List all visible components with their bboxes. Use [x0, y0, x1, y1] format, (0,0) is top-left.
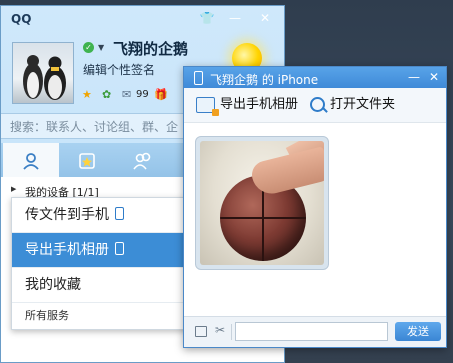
groups-tab-icon[interactable] [115, 143, 171, 177]
mail-icon[interactable]: ✉ [122, 88, 131, 101]
avatar[interactable] [12, 42, 74, 104]
phone-icon [194, 71, 203, 85]
contacts-tab-icon[interactable] [3, 143, 59, 177]
hand [249, 146, 324, 198]
folder-icon[interactable] [195, 326, 207, 337]
message-input[interactable] [235, 322, 388, 341]
gift-icon[interactable]: 🎁 [154, 88, 168, 101]
export-icon [196, 96, 219, 116]
device-chat-window: 飞翔企鹅 的 iPhone — ✕ 导出手机相册 打开文件夹 ✂ 发送 [183, 66, 447, 348]
signature[interactable]: 编辑个性签名 [83, 61, 155, 78]
triangle-right-icon: ▶ [11, 185, 17, 193]
menu-item-all-services[interactable]: 所有服务 [12, 303, 188, 329]
open-folder-label: 打开文件夹 [330, 97, 396, 112]
close-icon[interactable]: ✕ [426, 69, 442, 85]
menu-item-label: 导出手机相册 [25, 242, 109, 258]
shirt-icon[interactable]: 👕 [197, 10, 217, 26]
menu-item-export-album[interactable]: 导出手机相册 [12, 233, 188, 268]
search-icon [310, 97, 325, 112]
minimize-icon[interactable]: — [225, 10, 245, 26]
mail-count: 99 [136, 89, 149, 100]
chevron-down-icon[interactable]: ▼ [98, 43, 104, 52]
basketball-photo[interactable] [200, 141, 324, 265]
scissors-icon[interactable]: ✂ [215, 324, 227, 336]
menu-item-label: 传文件到手机 [25, 207, 109, 223]
menu-item-label: 所有服务 [25, 309, 69, 322]
phone-icon [115, 242, 124, 255]
qzone-icon[interactable]: ✿ [102, 88, 111, 101]
chat-title: 飞翔企鹅 的 iPhone [210, 73, 319, 87]
chat-titlebar: 飞翔企鹅 的 iPhone — ✕ [184, 67, 446, 88]
status-online-icon[interactable]: ✓ [83, 42, 94, 53]
context-menu: 传文件到手机 导出手机相册 我的收藏 所有服务 [11, 197, 189, 330]
star-icon[interactable]: ★ [82, 88, 92, 101]
menu-item-favorites[interactable]: 我的收藏 [12, 268, 188, 303]
menu-item-send-file[interactable]: 传文件到手机 [12, 198, 188, 233]
menu-item-label: 我的收藏 [25, 277, 81, 293]
qq-titlebar: QQ 👕 — ✕ [1, 6, 284, 30]
export-album-label: 导出手机相册 [220, 97, 299, 112]
send-button[interactable]: 发送 [395, 322, 441, 341]
close-icon[interactable]: ✕ [255, 10, 275, 26]
chat-input-bar: ✂ 发送 [184, 316, 446, 347]
phone-icon [115, 207, 124, 220]
open-folder-button[interactable]: 打开文件夹 [310, 96, 395, 114]
minimize-icon[interactable]: — [406, 69, 422, 85]
export-album-button[interactable]: 导出手机相册 [196, 96, 299, 116]
nickname: 飞翔的企鹅 [113, 40, 189, 58]
favorites-tab-icon[interactable] [59, 143, 115, 177]
app-title: QQ [11, 12, 32, 26]
chat-toolbar: 导出手机相册 打开文件夹 [184, 88, 446, 123]
message-image-bubble[interactable] [195, 136, 329, 270]
